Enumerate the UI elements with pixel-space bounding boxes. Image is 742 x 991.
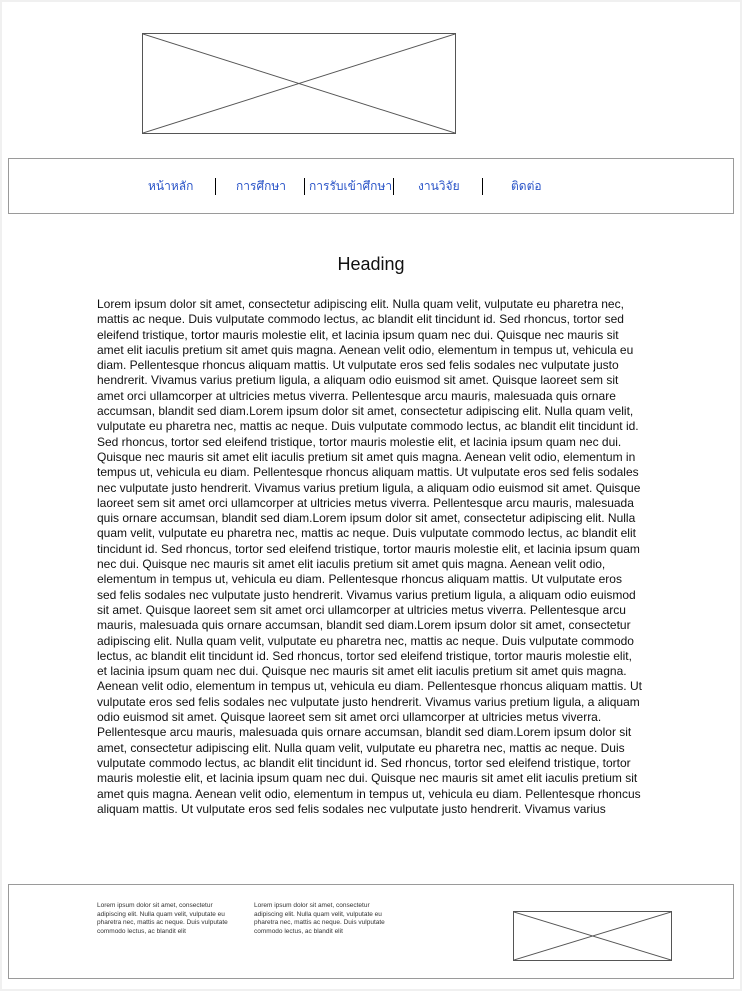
body-paragraph: Lorem ipsum dolor sit amet, consectetur … (97, 297, 642, 816)
nav-link-contact[interactable]: ติดต่อ (511, 179, 542, 193)
nav-link-admission[interactable]: การรับเข้าศึกษา (309, 179, 392, 193)
nav-link-home[interactable]: หน้าหลัก (148, 179, 193, 193)
nav-separator (304, 178, 305, 195)
page: หน้าหลัก การศึกษา การรับเข้าศึกษา งานวิจ… (2, 2, 740, 989)
footer-text-column-1: Lorem ipsum dolor sit amet, consectetur … (97, 902, 228, 935)
footer-image-placeholder-icon (513, 911, 672, 961)
header-image-placeholder-icon (142, 33, 456, 134)
page-heading: Heading (337, 254, 405, 274)
nav-separator (393, 178, 394, 195)
footer-text-column-2: Lorem ipsum dolor sit amet, consectetur … (254, 902, 385, 935)
nav-link-education[interactable]: การศึกษา (236, 179, 286, 193)
main-navigation: หน้าหลัก การศึกษา การรับเข้าศึกษา งานวิจ… (8, 158, 734, 214)
nav-link-research[interactable]: งานวิจัย (418, 179, 460, 193)
nav-separator (482, 178, 483, 195)
nav-separator (215, 178, 216, 195)
footer: Lorem ipsum dolor sit amet, consectetur … (8, 884, 734, 979)
